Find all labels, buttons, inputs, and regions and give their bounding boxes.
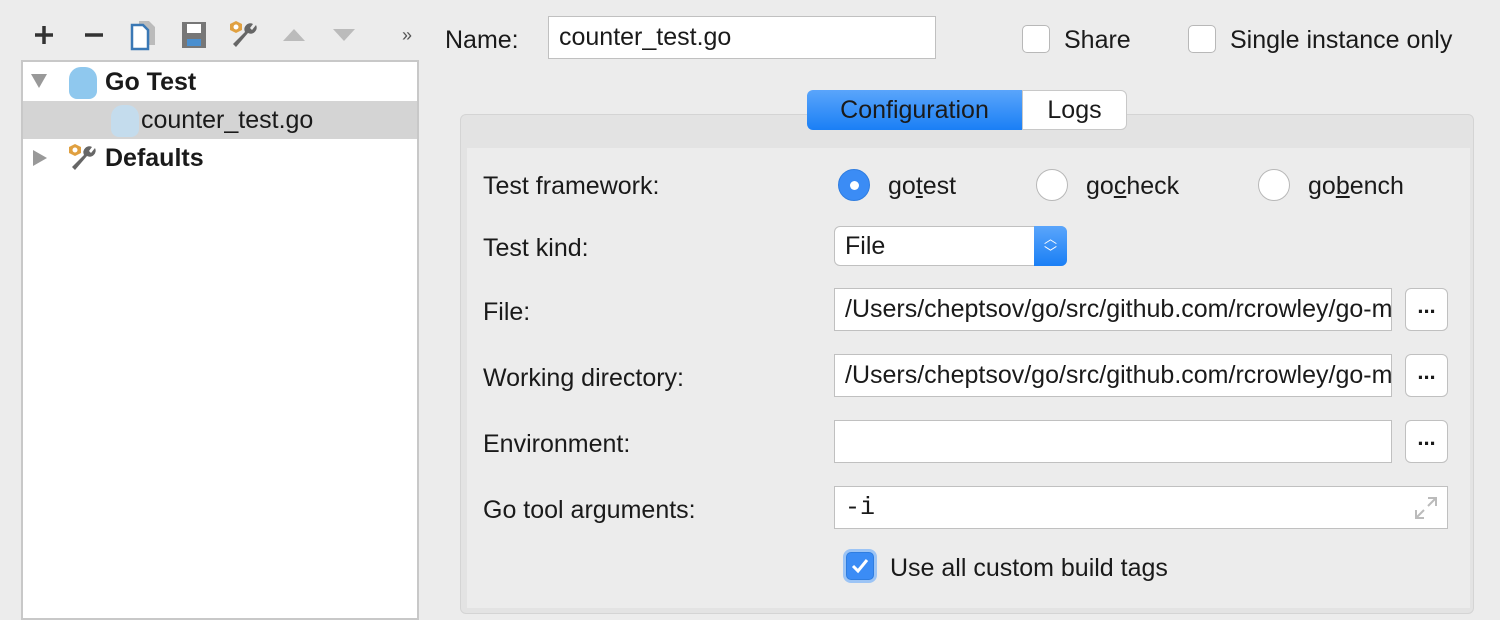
tree-item-label: Go Test [105,67,197,96]
edit-environment-button[interactable]: ... [1405,420,1448,463]
build-tags-label: Use all custom build tags [890,554,1168,582]
share-label: Share [1064,26,1131,54]
kind-label: Test kind: [483,234,589,262]
name-input[interactable]: counter_test.go [548,16,936,59]
go-tool-arguments-label: Go tool arguments: [483,496,696,524]
select-value: File [845,231,886,260]
radio-gobench[interactable] [1258,169,1290,201]
checkmark-icon [851,559,869,574]
wrench-icon [69,144,96,170]
tab-logs[interactable]: Logs [1022,90,1127,130]
gopher-icon [111,105,139,137]
save-button[interactable] [177,18,211,52]
arrow-down-icon [333,29,355,41]
more-icon[interactable]: » [390,18,424,52]
test-kind-select[interactable]: File [834,226,1067,266]
working-directory-label: Working directory: [483,364,684,392]
tree-item-label: counter_test.go [141,105,314,134]
expand-arrow-icon[interactable] [31,74,47,88]
environment-input[interactable] [834,420,1392,463]
share-checkbox[interactable] [1022,25,1050,53]
plus-icon [35,26,53,44]
gocheck-label: gocheck [1086,172,1180,200]
chevron-updown-icon[interactable]: ︿ ﹀ [1034,226,1067,266]
file-input[interactable]: /Users/cheptsov/go/src/github.com/rcrowl… [834,288,1392,331]
edit-defaults-button[interactable] [227,18,261,52]
save-icon [182,22,206,48]
wrench-icon [230,21,257,47]
browse-directory-button[interactable]: ... [1405,354,1448,397]
file-label: File: [483,298,531,326]
config-tree: Go Test counter_test.go Defaults [21,60,419,620]
copy-icon [130,21,155,51]
tree-item-go-test[interactable]: Go Test [23,63,417,101]
collapse-arrow-icon[interactable] [33,150,47,166]
move-down-button[interactable] [327,18,361,52]
gotest-label: gotest [888,172,957,200]
gopher-icon [69,67,97,99]
move-up-button[interactable] [277,18,311,52]
tab-label: Logs [1047,95,1102,124]
tree-item-defaults[interactable]: Defaults [23,139,417,177]
browse-file-button[interactable]: ... [1405,288,1448,331]
gobench-label: gobench [1308,172,1404,200]
single-instance-checkbox[interactable] [1188,25,1216,53]
radio-gocheck[interactable] [1036,169,1068,201]
name-label: Name: [445,26,519,54]
minus-icon [85,33,103,37]
build-tags-checkbox[interactable] [846,552,874,580]
expand-icon[interactable] [1414,496,1438,520]
go-tool-arguments-input[interactable]: -i [834,486,1448,529]
tree-item-label: Defaults [105,143,204,172]
tree-item-counter-test[interactable]: counter_test.go [23,101,417,139]
single-instance-label: Single instance only [1230,26,1453,54]
framework-label: Test framework: [483,172,660,200]
tab-configuration[interactable]: Configuration [807,90,1022,130]
radio-gotest[interactable] [838,169,870,201]
tab-label: Configuration [840,95,989,124]
working-directory-input[interactable]: /Users/cheptsov/go/src/github.com/rcrowl… [834,354,1392,397]
add-button[interactable] [27,18,61,52]
remove-button[interactable] [77,18,111,52]
arrow-up-icon [283,29,305,41]
environment-label: Environment: [483,430,631,458]
copy-button[interactable] [127,18,161,52]
